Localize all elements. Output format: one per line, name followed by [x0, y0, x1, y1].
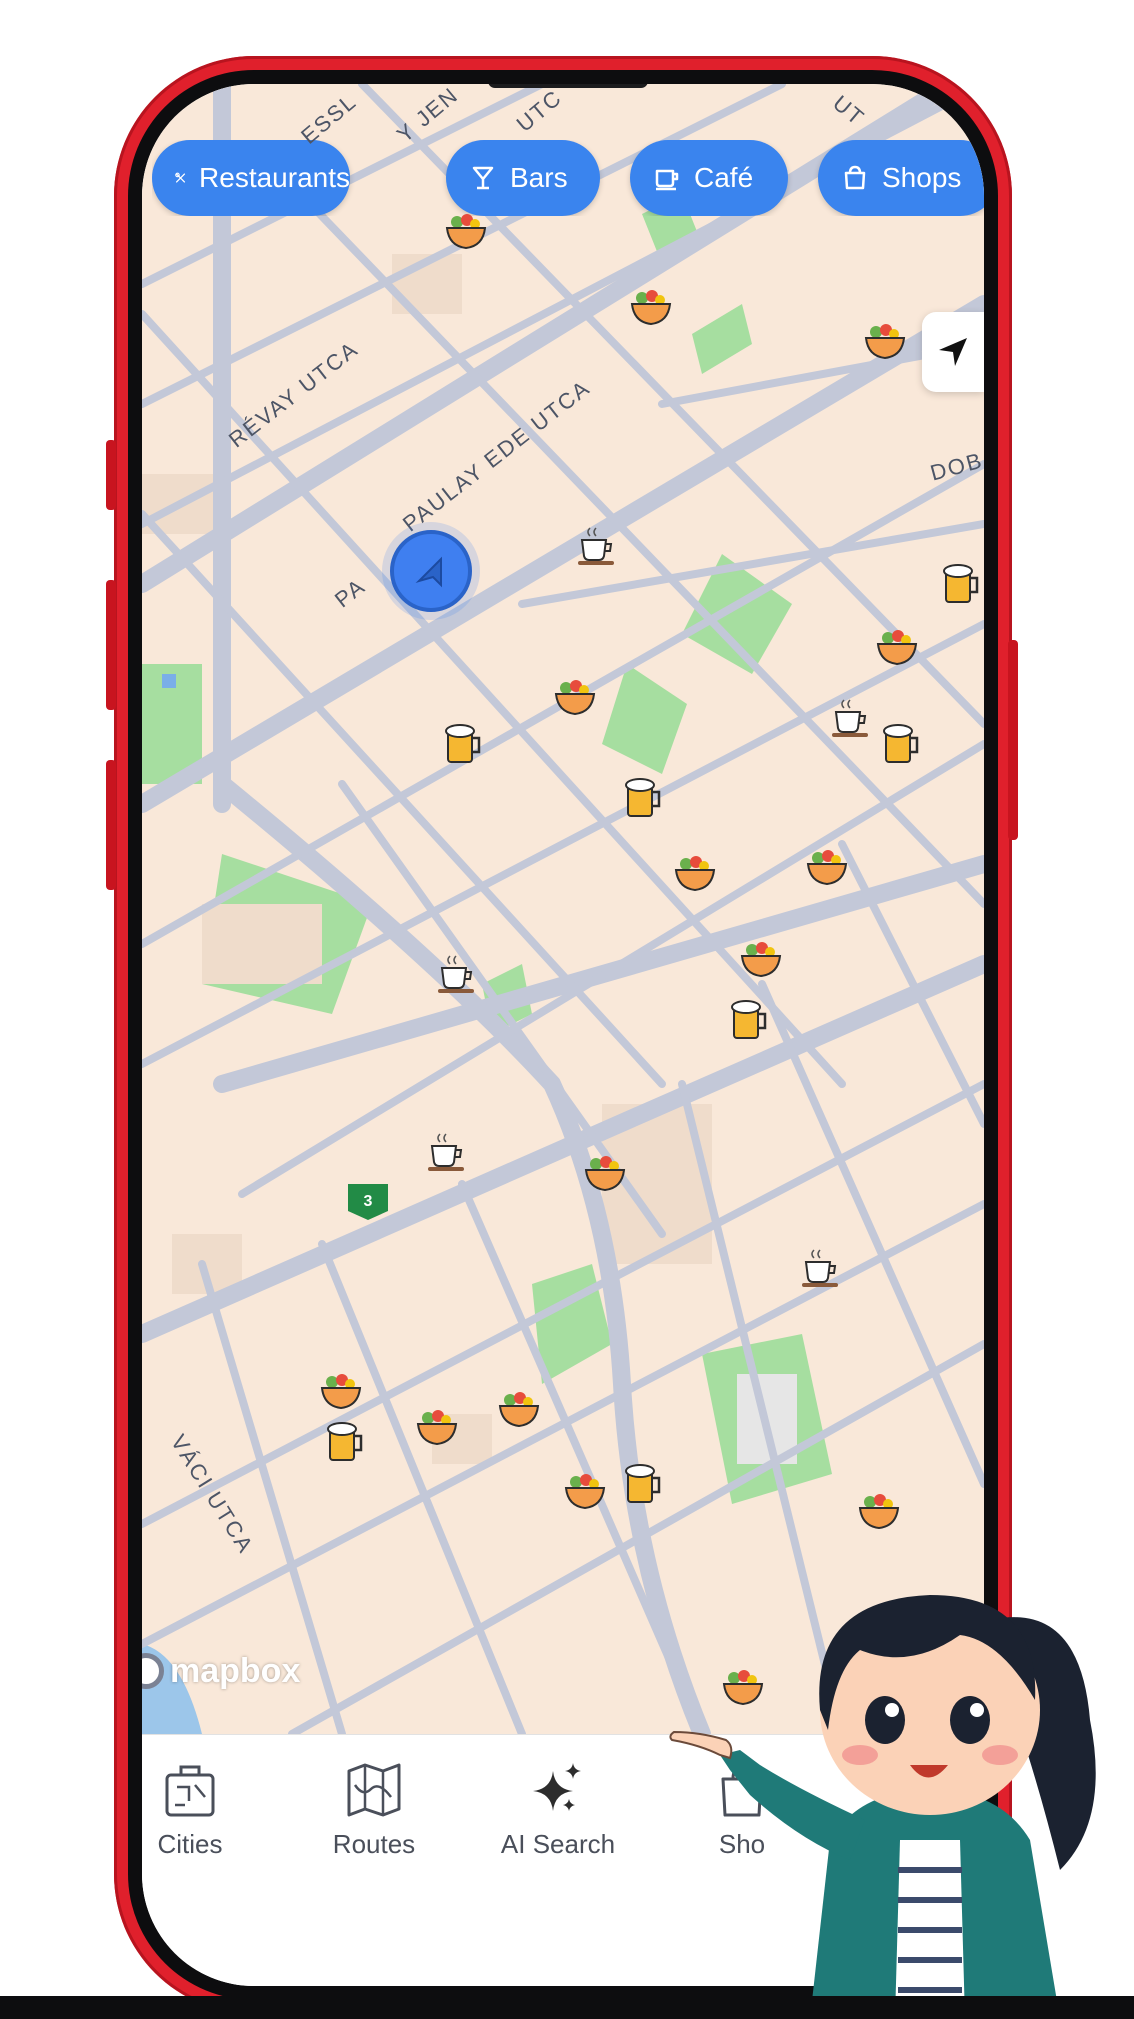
beer-mug-icon	[625, 1464, 661, 1503]
navigation-arrow-icon	[939, 338, 967, 366]
fork-knife-icon	[175, 172, 186, 183]
beer-mug-icon	[943, 564, 979, 603]
restaurant-marker[interactable]	[562, 1468, 608, 1514]
cafe-marker[interactable]	[434, 952, 480, 998]
filter-restaurants-button[interactable]: Restaurants	[152, 140, 350, 216]
bar-marker[interactable]	[620, 774, 666, 820]
salad-bowl-icon	[740, 942, 782, 978]
restaurant-marker[interactable]	[414, 1404, 460, 1450]
folded-map-icon	[347, 1763, 401, 1817]
bar-marker[interactable]	[878, 720, 924, 766]
tab-routes[interactable]: Routes	[284, 1757, 464, 1867]
bar-marker[interactable]	[938, 560, 984, 606]
tab-ai-search-label: AI Search	[500, 1829, 616, 1859]
restaurant-marker[interactable]	[582, 1150, 628, 1196]
restaurant-marker[interactable]	[856, 1488, 902, 1534]
bar-marker[interactable]	[440, 720, 486, 766]
salad-bowl-icon	[554, 680, 596, 716]
restaurant-marker[interactable]	[628, 284, 674, 330]
filter-cafe-button[interactable]: Café	[630, 140, 788, 216]
beer-mug-icon	[731, 1000, 767, 1039]
phone-side-button	[106, 760, 116, 890]
bar-marker[interactable]	[726, 996, 772, 1042]
phone-speaker	[488, 84, 648, 88]
salad-bowl-icon	[320, 1374, 362, 1410]
cocktail-glass-icon	[472, 166, 494, 190]
restaurant-marker[interactable]	[804, 844, 850, 890]
salad-bowl-icon	[876, 630, 918, 666]
restaurant-marker[interactable]	[874, 624, 920, 670]
filter-bars-label: Bars	[510, 162, 568, 193]
filter-shops-label: Shops	[882, 162, 962, 193]
tab-cities-label: Cities	[157, 1829, 223, 1859]
tab-ai-search[interactable]: AI Search	[468, 1757, 648, 1867]
cartoon-girl-mascot	[669, 1595, 1096, 2019]
beer-mug-icon	[625, 778, 661, 817]
filter-bars-button[interactable]: Bars	[446, 140, 600, 216]
coffee-cup-icon	[578, 527, 614, 565]
beer-mug-icon	[445, 724, 481, 763]
cafe-marker[interactable]	[798, 1246, 844, 1292]
salad-bowl-icon	[584, 1156, 626, 1192]
cafe-marker[interactable]	[828, 696, 874, 742]
filter-cafe-label: Café	[694, 162, 754, 193]
phone-side-button	[106, 440, 116, 510]
tab-cities[interactable]: Cities	[142, 1757, 280, 1867]
coffee-cup-icon	[655, 169, 679, 191]
mapbox-attribution[interactable]: mapbox	[142, 1649, 300, 1693]
shopping-bag-icon	[844, 165, 866, 190]
coffee-cup-icon	[802, 1249, 838, 1287]
locate-me-button[interactable]	[922, 312, 984, 392]
category-filter-bar: Restaurants Bars Café Shops	[152, 140, 984, 216]
beer-mug-icon	[327, 1422, 363, 1461]
suitcase-icon	[165, 1765, 215, 1817]
coffee-cup-icon	[438, 955, 474, 993]
map-view[interactable]: Restaurants Bars Café Shops ESSL Y JEN U…	[142, 84, 984, 1734]
cafe-marker[interactable]	[424, 1130, 470, 1176]
bar-marker[interactable]	[322, 1418, 368, 1464]
sparkles-icon	[533, 1763, 581, 1811]
restaurant-marker[interactable]	[443, 208, 489, 254]
restaurant-marker[interactable]	[552, 674, 598, 720]
salad-bowl-icon	[630, 290, 672, 326]
cafe-marker[interactable]	[574, 524, 620, 570]
filter-restaurants-label: Restaurants	[199, 162, 350, 193]
salad-bowl-icon	[416, 1410, 458, 1446]
page-bottom-edge	[0, 1996, 1134, 2019]
restaurant-marker[interactable]	[672, 850, 718, 896]
coffee-cup-icon	[832, 699, 868, 737]
salad-bowl-icon	[864, 324, 906, 360]
bar-marker[interactable]	[620, 1460, 666, 1506]
restaurant-marker[interactable]	[862, 318, 908, 364]
salad-bowl-icon	[858, 1494, 900, 1530]
mapbox-logo-icon	[142, 1653, 164, 1689]
filter-shops-button[interactable]: Shops	[818, 140, 984, 216]
coffee-cup-icon	[428, 1133, 464, 1171]
restaurant-marker[interactable]	[318, 1368, 364, 1414]
phone-side-button	[1008, 640, 1018, 840]
location-arrow-icon	[415, 556, 442, 588]
salad-bowl-icon	[445, 214, 487, 250]
restaurant-marker[interactable]	[496, 1386, 542, 1432]
salad-bowl-icon	[674, 856, 716, 892]
tab-routes-label: Routes	[332, 1829, 416, 1859]
salad-bowl-icon	[806, 850, 848, 886]
mapbox-attribution-label: mapbox	[170, 1651, 301, 1690]
salad-bowl-icon	[564, 1474, 606, 1510]
phone-side-button	[106, 580, 116, 710]
current-location-marker	[390, 530, 472, 612]
salad-bowl-icon	[498, 1392, 540, 1428]
beer-mug-icon	[883, 724, 919, 763]
restaurant-marker[interactable]	[738, 936, 784, 982]
